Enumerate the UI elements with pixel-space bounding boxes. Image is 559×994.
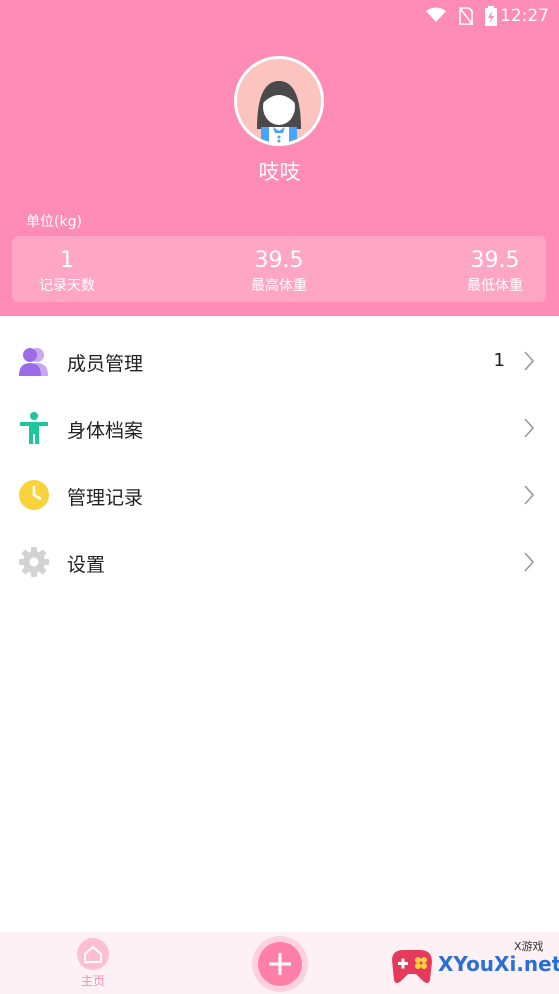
nickname: 吱吱 (258, 160, 301, 184)
menu-item-records[interactable]: 管理记录 (0, 462, 559, 529)
stat-max-weight: 39.5 最高体重 (234, 236, 324, 302)
no-sim-icon (459, 7, 473, 25)
status-time: 12:27 (500, 6, 549, 26)
clock-icon (19, 480, 49, 510)
stat-value: 39.5 (470, 248, 520, 273)
profile-header: 12:27 吱吱 单位(kg) 1 记录天数 39.5 最高体重 39.5 最低… (0, 0, 559, 316)
stat-value: 1 (60, 248, 74, 273)
menu-list: 成员管理 1 身体档案 管理记录 设置 (0, 328, 559, 596)
stat-value: 39.5 (254, 248, 304, 273)
avatar-girl-icon (237, 59, 321, 143)
menu-item-settings[interactable]: 设置 (0, 529, 559, 596)
stat-label: 记录天数 (39, 278, 95, 294)
add-record-button[interactable] (252, 936, 308, 992)
menu-item-members[interactable]: 成员管理 1 (0, 328, 559, 395)
watermark-text: XYouXi.net (438, 952, 559, 976)
avatar[interactable] (234, 56, 324, 146)
stat-record-days: 1 记录天数 (26, 236, 108, 302)
menu-label: 身体档案 (67, 420, 144, 442)
members-icon (19, 348, 48, 376)
status-bar: 12:27 (0, 0, 559, 32)
battery-charging-icon (485, 6, 497, 26)
chevron-right-icon (524, 485, 535, 505)
plus-icon (269, 953, 291, 975)
chevron-right-icon (524, 552, 535, 572)
stat-min-weight: 39.5 最低体重 (450, 236, 540, 302)
menu-label: 设置 (67, 554, 106, 576)
body-icon (20, 412, 48, 444)
watermark: X游戏 XYouXi.net (386, 936, 559, 992)
stat-label: 最低体重 (467, 278, 523, 294)
gear-icon (19, 547, 49, 577)
tab-home-label: 主页 (80, 974, 105, 988)
chevron-right-icon (524, 351, 535, 371)
tab-home[interactable]: 主页 (62, 938, 124, 990)
menu-item-body-profile[interactable]: 身体档案 (0, 395, 559, 462)
home-icon (77, 938, 109, 970)
unit-label: 单位(kg) (26, 214, 82, 230)
chevron-right-icon (524, 418, 535, 438)
stats-panel: 1 记录天数 39.5 最高体重 39.5 最低体重 (12, 236, 546, 302)
wifi-icon (426, 7, 446, 22)
menu-label: 成员管理 (67, 353, 144, 375)
stat-label: 最高体重 (251, 278, 307, 294)
member-count: 1 (493, 350, 505, 371)
menu-label: 管理记录 (67, 487, 144, 509)
gamepad-logo-icon (392, 950, 432, 983)
